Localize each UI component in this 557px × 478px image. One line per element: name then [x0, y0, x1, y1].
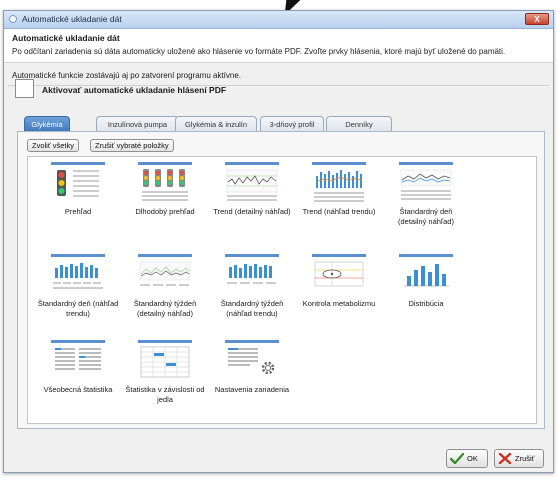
- cancel-x-icon: [498, 453, 512, 464]
- report-label: Distribúcia: [408, 299, 444, 308]
- report-item-standard-day-detail[interactable]: Štandardný deň (detailný náhľad): [385, 162, 467, 226]
- distribution-chart-icon: [399, 254, 453, 298]
- title-bar[interactable]: Automatické ukladanie dát X: [4, 11, 553, 29]
- activate-checkbox-label[interactable]: Aktivovať automatické ukladanie hlásení …: [42, 85, 226, 95]
- trend-detail-chart-icon: [225, 162, 279, 206]
- report-label: Kontrola metabolizmu: [302, 299, 376, 308]
- standard-day-detail-chart-icon: [399, 162, 453, 206]
- report-item-general-statistics[interactable]: Všeobecná štatistika: [37, 340, 119, 395]
- report-item-standard-week-detail[interactable]: Štandardný týždeň (detailný náhľad): [124, 254, 206, 318]
- report-item-meal-statistics[interactable]: Štatistika v závislosti od jedla: [124, 340, 206, 404]
- report-label: Štandardný deň (detailný náhľad): [398, 207, 454, 226]
- report-label: Trend (detailný náhľad): [213, 207, 291, 216]
- header-section: Automatické ukladanie dát Po odčítaní za…: [4, 29, 553, 63]
- report-item-long-term-overview[interactable]: Dlhodobý prehľad: [124, 162, 206, 217]
- report-item-metabolism-control[interactable]: Kontrola metabolizmu: [298, 254, 380, 309]
- report-label: Štandardný týždeň (detailný náhľad): [133, 299, 197, 318]
- tab-glykemia[interactable]: Glykémia: [24, 116, 70, 132]
- close-button[interactable]: X: [525, 13, 549, 25]
- report-item-device-settings[interactable]: Nastavenia zariadenia: [211, 340, 293, 395]
- report-label: Všeobecná štatistika: [43, 385, 113, 394]
- report-label: Štatistika v závislosti od jedla: [125, 385, 205, 404]
- report-item-trend-detail[interactable]: Trend (detailný náhľad): [211, 162, 293, 217]
- standard-week-detail-chart-icon: [138, 254, 192, 298]
- deselect-button[interactable]: Zrušiť vybraté položky: [90, 139, 174, 152]
- report-item-standard-day-trend[interactable]: Štandardný deň (náhľad trendu): [37, 254, 119, 318]
- tab-panel: Zvoliť všetky Zrušiť vybraté položky Pre…: [17, 131, 545, 429]
- ok-check-icon: [450, 453, 464, 464]
- report-label: Nastavenia zariadenia: [214, 385, 290, 394]
- report-label: Štandardný deň (náhľad trendu): [37, 299, 119, 318]
- cancel-button[interactable]: Zrušiť: [494, 449, 544, 468]
- device-settings-gear-icon: [225, 340, 279, 384]
- window-title: Automatické ukladanie dát: [22, 14, 122, 24]
- general-statistics-table-icon: [51, 340, 105, 384]
- app-icon: [9, 15, 17, 23]
- report-label: Prehľad: [64, 207, 92, 216]
- report-grid: Prehľad Dlhodobý prehľad Trend (detailný…: [27, 156, 537, 424]
- activate-checkbox[interactable]: [15, 79, 34, 98]
- tab-diaries[interactable]: Denníky: [326, 116, 392, 131]
- info-note: Automatické funkcie zostávajú aj po zatv…: [12, 71, 242, 80]
- overview-traffic-light-icon: [51, 162, 105, 206]
- long-term-traffic-light-icon: [138, 162, 192, 206]
- trend-bars-chart-icon: [312, 162, 366, 206]
- standard-week-trend-chart-icon: [225, 254, 279, 298]
- report-label: Štandardný týždeň (náhľad trendu): [220, 299, 284, 318]
- report-item-distribution[interactable]: Distribúcia: [385, 254, 467, 309]
- report-item-overview[interactable]: Prehľad: [37, 162, 119, 217]
- select-all-button[interactable]: Zvoliť všetky: [27, 139, 79, 152]
- header-heading: Automatické ukladanie dát: [12, 33, 120, 43]
- header-description: Po odčítaní zariadenia sú dáta automatic…: [12, 47, 506, 56]
- report-item-standard-week-trend[interactable]: Štandardný týždeň (náhľad trendu): [211, 254, 293, 318]
- ok-button[interactable]: OK: [446, 449, 488, 468]
- meal-statistics-table-icon: [138, 340, 192, 384]
- tab-glycemia-insulin[interactable]: Glykémia & inzulín: [175, 116, 257, 131]
- standard-day-trend-chart-icon: [51, 254, 105, 298]
- tab-insulin-pump[interactable]: Inzulínová pumpa: [96, 116, 179, 131]
- report-label: Dlhodobý prehľad: [135, 207, 195, 216]
- cancel-button-label: Zrušiť: [515, 454, 535, 463]
- report-item-trend-overview[interactable]: Trend (náhľad trendu): [298, 162, 380, 217]
- metabolism-control-chart-icon: [312, 254, 366, 298]
- ok-button-label: OK: [467, 454, 478, 463]
- tab-3-day-profile[interactable]: 3-dňový profil: [260, 116, 324, 131]
- report-label: Trend (náhľad trendu): [302, 207, 376, 216]
